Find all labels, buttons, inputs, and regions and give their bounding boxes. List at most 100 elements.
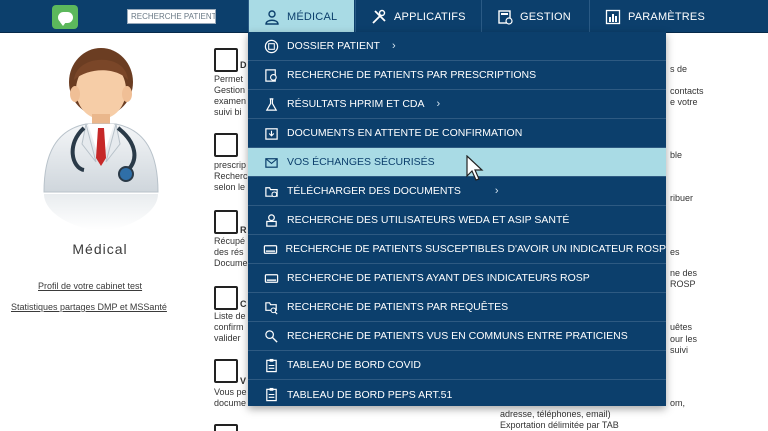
tab-applicatifs-label: APPLICATIFS [394,10,466,23]
bg-text: Liste de [214,311,246,321]
bg-text: ble [670,150,683,160]
bg-heading-3: R [240,225,247,235]
menu-item-ayant-rosp[interactable]: RECHERCHE DE PATIENTS AYANT DES INDICATE… [248,264,666,293]
bg-text: s de [670,64,688,74]
tab-medical-label: MÉDICAL [287,10,338,23]
app-root: RECHERCHE PATIENT MÉDICAL APPLICATIFS GE… [0,0,768,431]
bg-text: adresse, téléphones, email) [500,409,611,419]
menu-item-susceptibles-rosp[interactable]: RECHERCHE DE PATIENTS SUSCEPTIBLES D'AVO… [248,235,666,264]
menu-item-resultats-hprim[interactable]: RÉSULTATS HPRIM ET CDA › [248,90,666,119]
medical-dropdown-menu: DOSSIER PATIENT › RECHERCHE DE PATIENTS … [248,32,666,406]
search-doc-icon [262,66,280,84]
menu-item-telecharger[interactable]: TÉLÉCHARGER DES DOCUMENTS › [248,177,666,206]
chevron-right-icon: › [391,40,396,52]
users-search-icon [262,327,280,345]
bg-text: des rés [214,247,244,257]
menu-item-prescriptions[interactable]: RECHERCHE DE PATIENTS PAR PRESCRIPTIONS [248,61,666,90]
flask-icon [214,210,238,234]
inbox-icon [262,124,280,142]
inbox-icon [214,286,238,310]
menu-item-utilisateurs-weda[interactable]: RECHERCHE DES UTILISATEURS WEDA ET ASIP … [248,206,666,235]
bg-text: valider [214,333,241,343]
stats-dmp-link[interactable]: Statistiques partages DMP et MSSanté [11,302,167,312]
document-icon [214,424,238,431]
bg-text: our les [670,334,698,344]
bg-text: uêtes [670,322,693,332]
menu-item-covid[interactable]: TABLEAU DE BORD COVID [248,351,666,380]
card-icon [262,269,280,287]
bg-text: ribuer [670,193,694,203]
bg-text: Docume [214,258,248,268]
profil-cabinet-link[interactable]: Profil de votre cabinet test [38,281,142,291]
chevron-right-icon: › [494,185,499,197]
menu-item-echanges-securises[interactable]: VOS ÉCHANGES SÉCURISÉS [248,148,666,177]
download-folder-icon [262,182,280,200]
menu-item-label: VOS ÉCHANGES SÉCURISÉS [287,156,435,168]
user-badge-icon [262,211,280,229]
menu-item-documents-attente[interactable]: DOCUMENTS EN ATTENTE DE CONFIRMATION [248,119,666,148]
menu-item-label: TÉLÉCHARGER DES DOCUMENTS [287,185,461,197]
menu-item-label: RECHERCHE DE PATIENTS PAR REQUÊTES [287,301,509,313]
tab-applicatifs[interactable]: APPLICATIFS [355,0,481,33]
bg-text: selon le [214,182,246,192]
bg-text: suivi [670,345,689,355]
calculator-icon [496,8,514,26]
bg-text: contacts [670,86,704,96]
menu-item-requetes[interactable]: RECHERCHE DE PATIENTS PAR REQUÊTES [248,293,666,322]
bg-text: ne des [670,268,698,278]
app-logo[interactable] [52,5,78,29]
tab-parametres[interactable]: PARAMÈTRES [589,0,768,33]
folder-icon [262,37,280,55]
bg-text: suivi bi [214,107,242,117]
menu-item-label: DOSSIER PATIENT [287,40,380,52]
doctor-avatar [43,48,159,230]
bg-text: Gestion [214,85,246,95]
chevron-right-icon: › [436,98,441,110]
bg-text: ROSP [670,279,696,289]
chart-icon [604,8,622,26]
menu-item-label: RÉSULTATS HPRIM ET CDA [287,98,425,110]
bg-text: Récupé [214,236,246,246]
bg-text: e votre [670,97,698,107]
bg-text: om, [670,398,686,408]
top-navbar: RECHERCHE PATIENT MÉDICAL APPLICATIFS GE… [0,0,768,33]
bg-text: docume [214,398,247,408]
bg-text: confirm [214,322,244,332]
tools-icon [370,8,388,26]
bg-text: Vous pe [214,387,247,397]
tab-gestion-label: GESTION [520,10,571,23]
bg-text: es [670,247,680,257]
bg-heading-1: D [240,60,247,70]
clipboard-icon [262,386,280,404]
clipboard-icon [262,356,280,374]
user-doctor-icon [263,8,281,26]
bg-heading-4: C [240,299,247,309]
menu-item-label: TABLEAU DE BORD PEPS ART.51 [287,388,453,401]
bg-text: Recherc [214,171,248,181]
menu-item-label: RECHERCHE DES UTILISATEURS WEDA ET ASIP … [287,214,570,226]
section-title-medical: Médical [72,241,128,257]
mouse-cursor-icon [466,155,484,181]
tab-medical[interactable]: MÉDICAL [248,0,354,33]
menu-item-label: RECHERCHE DE PATIENTS PAR PRESCRIPTIONS [287,69,537,81]
search-patient-input[interactable]: RECHERCHE PATIENT [127,9,216,24]
search-folder-icon [262,298,280,316]
menu-item-label: RECHERCHE DE PATIENTS VUS EN COMMUNS ENT… [287,330,628,342]
envelope-icon [262,153,280,171]
menu-item-dossier-patient[interactable]: DOSSIER PATIENT › [248,32,666,61]
bg-text: prescrip [214,160,247,170]
chat-bubble-icon [57,11,73,26]
menu-item-vus-en-communs[interactable]: RECHERCHE DE PATIENTS VUS EN COMMUNS ENT… [248,322,666,351]
document-info-icon [214,48,238,72]
flask-icon [262,95,280,113]
bg-text: Exportation délimitée par TAB [500,420,619,430]
tab-parametres-label: PARAMÈTRES [628,10,705,23]
envelope-icon [214,359,238,383]
menu-item-label: RECHERCHE DE PATIENTS SUSCEPTIBLES D'AVO… [285,243,666,255]
menu-item-label: TABLEAU DE BORD COVID [287,359,421,371]
tab-gestion[interactable]: GESTION [481,0,589,33]
menu-item-label: DOCUMENTS EN ATTENTE DE CONFIRMATION [287,127,523,139]
bg-text: examen [214,96,247,106]
menu-item-peps[interactable]: TABLEAU DE BORD PEPS ART.51 [248,380,666,409]
bg-heading-5: V [240,376,247,386]
